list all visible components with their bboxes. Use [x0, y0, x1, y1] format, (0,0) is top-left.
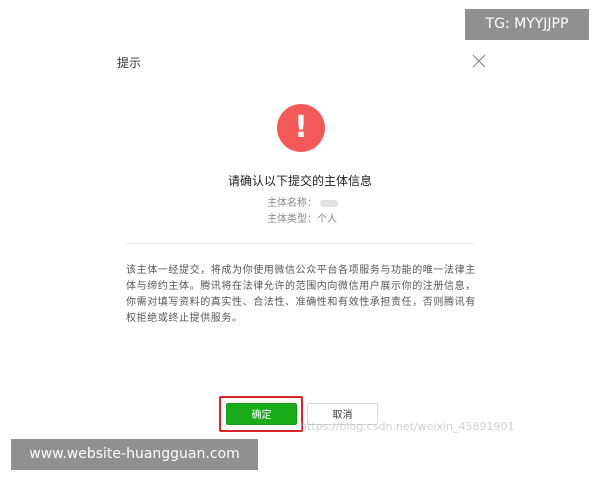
confirm-button[interactable]: 确定	[226, 403, 297, 425]
redacted-name-mask	[320, 199, 338, 207]
notice-text: 该主体一经提交，将成为你使用微信公众平台各项服务与功能的唯一法律主体与缔约主体。…	[126, 263, 478, 327]
confirm-heading: 请确认以下提交的主体信息	[227, 174, 372, 188]
dialog-title: 提示	[117, 56, 142, 70]
notice-paragraph: 该主体一经提交，将成为你使用微信公众平台各项服务与功能的唯一法律主体与缔约主体。…	[126, 265, 476, 324]
confirm-dialog: 提示 ! 请确认以下提交的主体信息 主体名称： 主体类型：个人 该主体一经提交，…	[0, 0, 600, 480]
exclamation-icon: !	[277, 104, 325, 152]
subject-type-value: 个人	[317, 214, 337, 225]
divider	[126, 243, 474, 244]
subject-name-label: 主体名称：	[267, 198, 317, 209]
site-watermark: www.website-huangguan.com	[11, 439, 258, 470]
csdn-watermark: https://blog.csdn.net/weixin_45891901	[300, 420, 515, 433]
tg-watermark: TG: MYYJJPP	[465, 9, 589, 40]
subject-type-row: 主体类型：个人	[267, 210, 337, 225]
close-icon[interactable]	[471, 53, 487, 69]
subject-name-row: 主体名称：	[267, 194, 338, 209]
subject-type-label: 主体类型：	[267, 214, 317, 225]
